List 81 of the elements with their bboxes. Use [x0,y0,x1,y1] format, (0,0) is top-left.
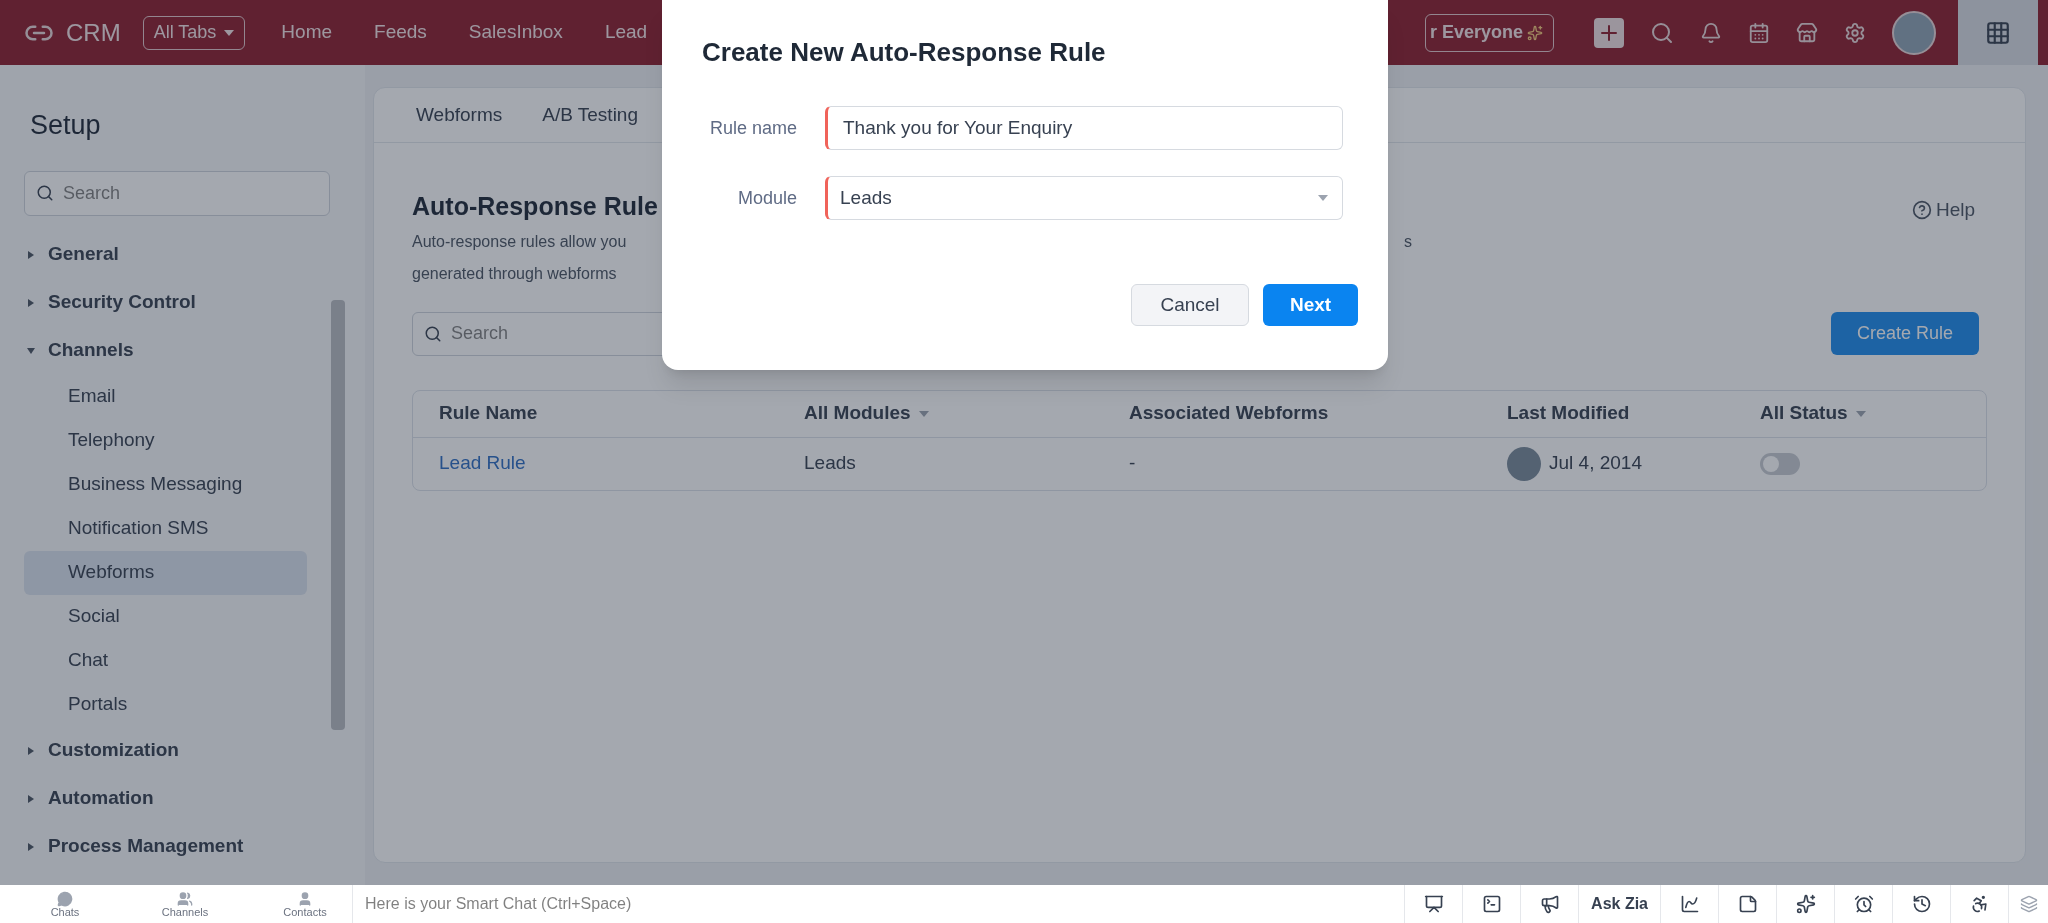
description-line: generated through webforms [412,263,618,284]
tab-icon [297,890,313,907]
nav-tab[interactable]: SalesInbox [468,18,563,47]
store-icon[interactable] [1796,21,1818,44]
ask-zia-button[interactable]: Ask Zia [1578,885,1660,923]
page-tab[interactable]: A/B Testing [542,100,638,130]
collapsed-caret-icon [26,793,36,804]
collapsed-caret-icon [26,841,36,852]
sidebar-title: Setup [29,109,102,142]
apps-panel[interactable] [1958,0,2038,65]
page-heading: Auto-Response Rule [412,191,658,222]
module-select[interactable]: Leads [825,176,1343,220]
all-tabs-dropdown[interactable]: All Tabs [142,15,246,50]
bell-icon[interactable] [1700,21,1722,44]
nav-tab[interactable]: Feeds [374,18,427,47]
rule-name-link[interactable]: Lead Rule [439,452,526,474]
collapsed-caret-icon [26,745,36,756]
create-rule-button[interactable]: Create Rule [1830,312,1979,355]
table-cell: - [1129,452,1136,474]
expanded-caret-icon [26,345,36,356]
help-link[interactable]: Help [1911,196,1975,225]
dropdown-caret-icon [1318,195,1328,201]
description-fragment: s [1404,231,1412,252]
sidebar-item[interactable]: Business Messaging [24,462,307,507]
settings-icon[interactable] [1844,21,1866,44]
user-avatar [1507,446,1541,481]
column-header[interactable]: All Modules [804,399,911,428]
calendar-icon[interactable] [1748,21,1770,44]
sidebar-group[interactable]: Automation [0,774,154,823]
search-icon [36,183,54,202]
sidebar-group[interactable]: General [0,230,119,279]
table-cell: Leads [804,452,856,474]
sidebar-group[interactable]: Channels [0,326,134,375]
column-header: Last Modified [1507,401,1630,426]
grid-icon [1985,19,2011,46]
field-label: Rule name [709,116,797,140]
column-header[interactable]: All Status [1760,399,1848,428]
promo-button[interactable]: r Everyone [1424,13,1554,52]
search-icon[interactable] [1650,20,1674,45]
bottom-tab[interactable]: Chats [30,890,100,918]
field-label: Module [737,186,797,210]
bottom-tab[interactable]: Contacts [270,890,340,918]
help-icon [1911,200,1932,221]
search-icon [424,324,442,343]
sidebar-group[interactable]: Process Management [0,822,244,871]
sidebar-item[interactable]: Portals [24,682,307,727]
sparkle-icon [1527,24,1543,41]
collapsed-caret-icon [26,297,36,308]
collapsed-caret-icon [26,249,36,260]
sidebar-group[interactable]: Security Control [0,278,196,327]
sidebar-item[interactable]: Email [24,374,307,419]
tab-icon [57,890,73,907]
dialog-title: Create New Auto-Response Rule [702,36,1106,69]
sidebar-item[interactable]: Chat [24,638,307,683]
status-toggle[interactable] [1760,452,1800,475]
sidebar-group[interactable]: Customization [0,726,179,775]
page-tab[interactable]: Webforms [416,100,503,130]
smart-chat-field[interactable]: Here is your Smart Chat (Ctrl+Space) [352,885,1405,923]
caret-icon [224,29,235,36]
sidebar-search-field[interactable]: Search [24,170,330,216]
scrollbar[interactable] [331,300,345,730]
bottom-tab[interactable]: Channels [150,890,220,918]
app-logo[interactable]: CRM [66,14,121,51]
sidebar-item[interactable]: Telephony [24,418,307,463]
add-button[interactable] [1594,17,1624,48]
sidebar-item[interactable]: Webforms [24,550,307,595]
user-avatar[interactable] [1892,10,1936,55]
cancel-button[interactable]: Cancel [1131,284,1249,326]
column-header: Rule Name [439,401,538,426]
table-cell-text: Jul 4, 2014 [1549,451,1642,476]
sidebar-item[interactable]: Social [24,594,307,639]
column-header: Associated Webforms [1129,401,1329,426]
description-line: Auto-response rules allow you [412,231,627,252]
nav-tab[interactable]: Home [281,18,333,47]
dropdown-caret-icon [1855,410,1866,417]
tab-icon [177,890,193,907]
dropdown-caret-icon [918,410,929,417]
next-button[interactable]: Next [1263,284,1358,326]
nav-tab[interactable]: Lead [604,18,648,47]
rule-name-field[interactable]: Thank you for Your Enquiry [825,106,1343,150]
sidebar-item[interactable]: Notification SMS [24,506,307,551]
